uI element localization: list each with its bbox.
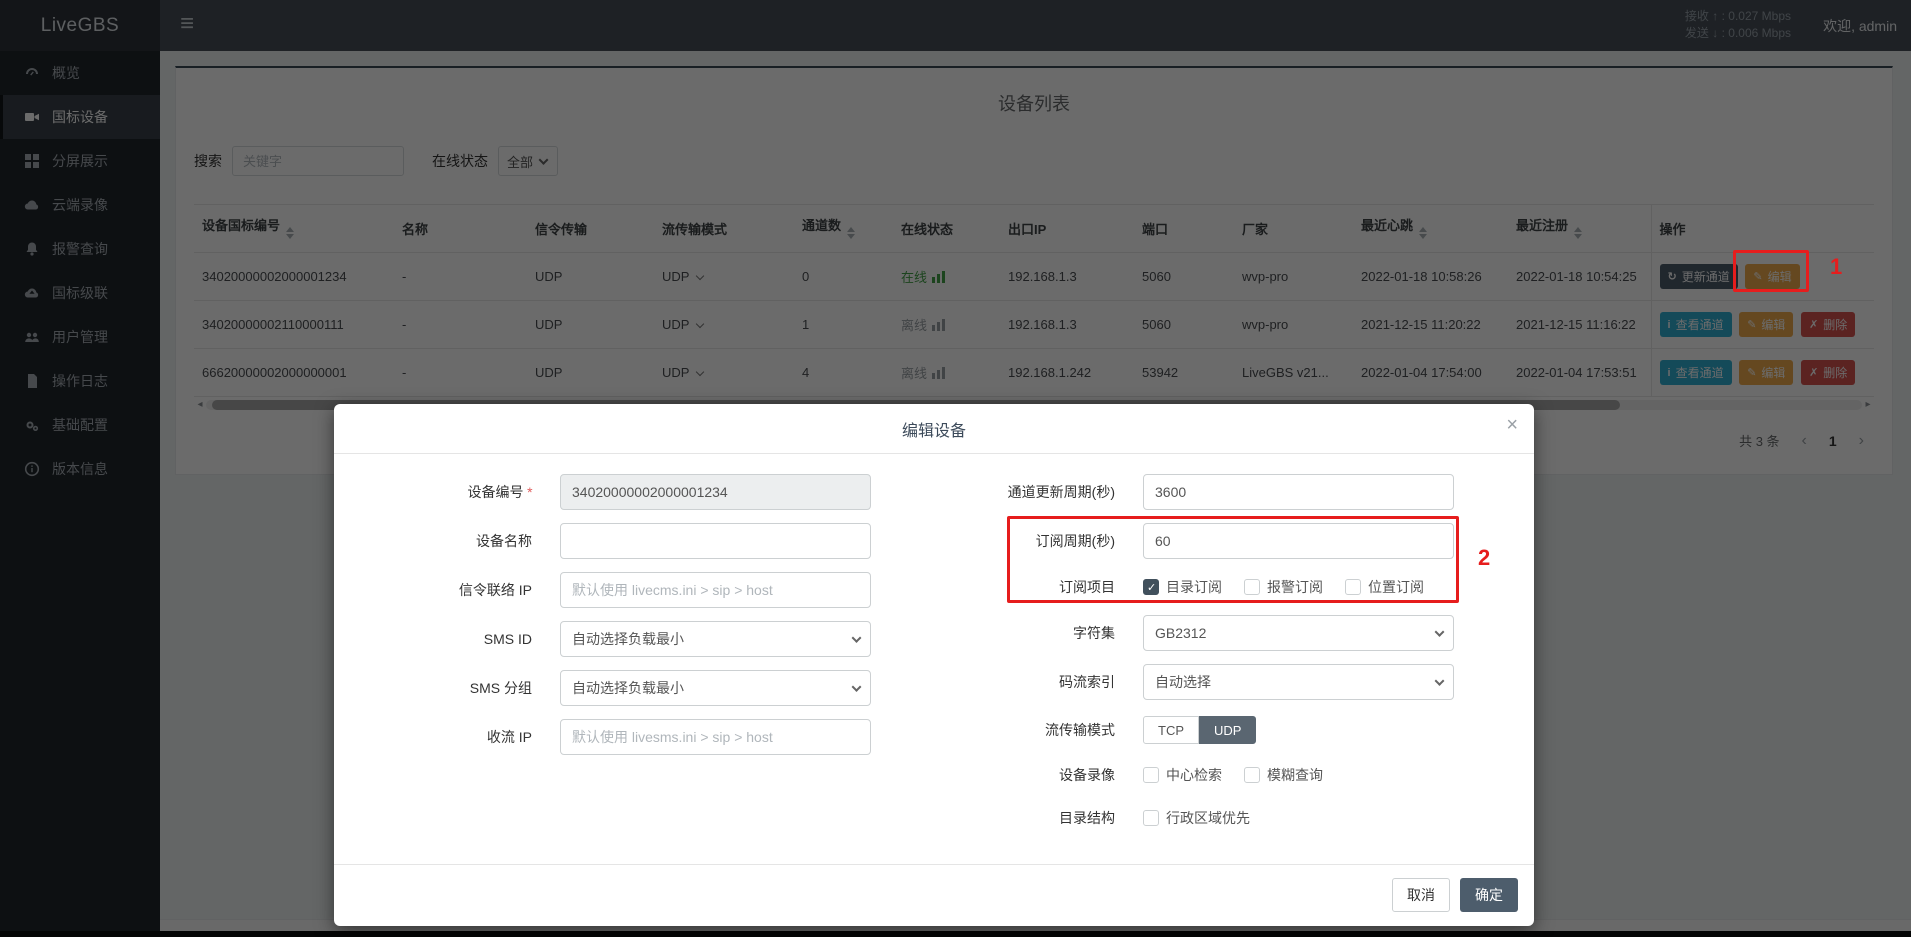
stream-ip-label: 收流 IP — [360, 727, 532, 747]
channel-refresh-field[interactable] — [1143, 474, 1454, 510]
required-mark: * — [527, 484, 532, 500]
admin-region-priority-checkbox[interactable] — [1143, 810, 1159, 826]
device-id-field — [560, 474, 871, 510]
stream-mode-label: 流传输模式 — [994, 720, 1115, 740]
edit-device-modal: 编辑设备 × 设备编号* 设备名称 信令联络 IP SMS ID 自动选择负载最… — [334, 404, 1534, 926]
modal-footer: 取消 确定 — [334, 864, 1534, 925]
device-name-label: 设备名称 — [360, 531, 532, 551]
fuzzy-query-label: 模糊查询 — [1267, 765, 1323, 785]
udp-option[interactable]: UDP — [1199, 716, 1256, 744]
admin-region-priority-label: 行政区域优先 — [1166, 808, 1250, 828]
sms-group-select[interactable]: 自动选择负载最小 — [560, 670, 871, 706]
annotation-box-2 — [1007, 516, 1459, 603]
form-left-column: 设备编号* 设备名称 信令联络 IP SMS ID 自动选择负载最小 SMS 分… — [360, 474, 890, 768]
sms-id-select[interactable]: 自动选择负载最小 — [560, 621, 871, 657]
close-icon[interactable]: × — [1506, 415, 1518, 435]
fuzzy-query-checkbox[interactable] — [1244, 767, 1260, 783]
tcp-option[interactable]: TCP — [1143, 716, 1199, 744]
chevron-down-icon — [852, 682, 862, 692]
sip-host-label: 信令联络 IP — [360, 580, 532, 600]
modal-title: 编辑设备 — [902, 417, 966, 441]
channel-refresh-label: 通道更新周期(秒) — [994, 482, 1115, 502]
device-name-field[interactable] — [560, 523, 871, 559]
stream-ip-field[interactable] — [560, 719, 871, 755]
annotation-number-2: 2 — [1478, 545, 1490, 571]
annotation-number-1: 1 — [1830, 254, 1842, 280]
stream-index-select[interactable]: 自动选择 — [1143, 664, 1454, 700]
chevron-down-icon — [1435, 676, 1445, 686]
confirm-button[interactable]: 确定 — [1460, 878, 1518, 912]
device-record-label: 设备录像 — [994, 765, 1115, 785]
sms-id-label: SMS ID — [360, 631, 532, 647]
modal-header: 编辑设备 × — [334, 404, 1534, 454]
chevron-down-icon — [1435, 627, 1445, 637]
cancel-button[interactable]: 取消 — [1392, 878, 1450, 912]
annotation-box-1 — [1733, 250, 1809, 292]
catalog-structure-label: 目录结构 — [994, 808, 1115, 828]
stream-mode-toggle: TCP UDP — [1143, 716, 1256, 744]
sms-group-label: SMS 分组 — [360, 678, 532, 698]
center-search-checkbox[interactable] — [1143, 767, 1159, 783]
chevron-down-icon — [852, 633, 862, 643]
charset-select[interactable]: GB2312 — [1143, 615, 1454, 651]
sip-host-field[interactable] — [560, 572, 871, 608]
center-search-label: 中心检索 — [1166, 765, 1222, 785]
device-id-label: 设备编号* — [360, 482, 532, 502]
charset-label: 字符集 — [994, 623, 1115, 643]
stream-index-label: 码流索引 — [994, 672, 1115, 692]
